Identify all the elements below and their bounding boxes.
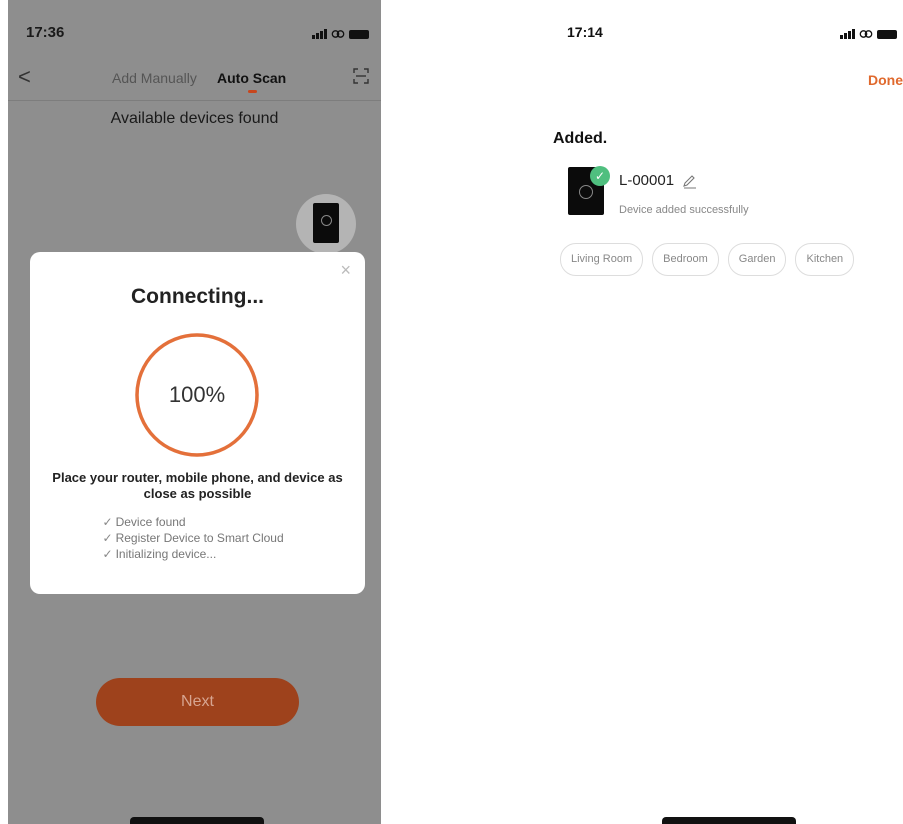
checkmark-icon: ✓ bbox=[102, 531, 113, 545]
home-indicator bbox=[662, 817, 796, 824]
scan-frame-icon[interactable] bbox=[353, 68, 369, 84]
tab-auto-scan[interactable]: Auto Scan bbox=[217, 70, 286, 86]
hotspot-link-icon bbox=[331, 30, 345, 38]
status-bar: 17:36 bbox=[8, 24, 381, 48]
home-indicator bbox=[130, 817, 264, 824]
room-chip-living-room[interactable]: Living Room bbox=[560, 243, 644, 276]
next-button[interactable]: Next bbox=[96, 678, 299, 726]
step-item: ✓ Device found bbox=[102, 515, 186, 529]
room-chip-bedroom[interactable]: Bedroom bbox=[652, 243, 719, 276]
checkmark-icon: ✓ bbox=[102, 515, 113, 529]
done-button[interactable]: Done bbox=[868, 72, 903, 88]
proximity-note: Place your router, mobile phone, and dev… bbox=[52, 470, 343, 501]
room-chip-kitchen[interactable]: Kitchen bbox=[795, 243, 855, 276]
status-icons bbox=[312, 29, 369, 39]
active-tab-indicator bbox=[248, 90, 257, 93]
back-icon[interactable]: < bbox=[18, 66, 31, 88]
battery-icon bbox=[349, 29, 369, 39]
room-chip-garden[interactable]: Garden bbox=[727, 243, 787, 276]
status-icons bbox=[840, 29, 897, 39]
status-bar: 17:14 bbox=[548, 24, 903, 48]
right-phone-screen: 17:14 Done Added. ✓ L-00001 Device added… bbox=[548, 0, 903, 824]
hotspot-link-icon bbox=[859, 30, 873, 38]
device-status: Device added successfully bbox=[619, 204, 749, 216]
dialog-title: Connecting... bbox=[131, 285, 264, 308]
step-item: ✓ Register Device to Smart Cloud bbox=[102, 531, 284, 545]
progress-percent: 100% bbox=[168, 382, 226, 407]
pencil-icon[interactable] bbox=[681, 173, 697, 189]
signal-icon bbox=[312, 29, 327, 39]
connecting-dialog: × Connecting... 100% Place your router, … bbox=[30, 252, 365, 594]
step-item: ✓ Initializing device... bbox=[102, 547, 217, 561]
steps-list: ✓ Device found ✓ Register Device to Smart … bbox=[30, 514, 365, 562]
status-time: 17:36 bbox=[26, 24, 65, 41]
room-chips: Living Room Bedroom Garden Kitchen bbox=[560, 243, 855, 276]
tab-add-manually[interactable]: Add Manually bbox=[112, 70, 197, 86]
added-heading: Added. bbox=[553, 130, 608, 147]
battery-icon bbox=[877, 29, 897, 39]
available-devices-subtitle: Available devices found bbox=[110, 110, 279, 127]
device-thumbnail bbox=[313, 203, 339, 243]
status-time: 17:14 bbox=[567, 24, 603, 40]
found-device-bubble[interactable] bbox=[296, 194, 356, 254]
signal-icon bbox=[840, 29, 855, 39]
top-nav: < Add Manually Auto Scan bbox=[8, 66, 381, 101]
close-icon[interactable]: × bbox=[340, 261, 351, 279]
device-name: L-00001 bbox=[619, 172, 675, 189]
checkmark-icon: ✓ bbox=[590, 166, 610, 186]
left-phone-screen: 17:36 < Add Manually Auto Scan Available… bbox=[8, 0, 381, 824]
checkmark-icon: ✓ bbox=[102, 547, 113, 561]
